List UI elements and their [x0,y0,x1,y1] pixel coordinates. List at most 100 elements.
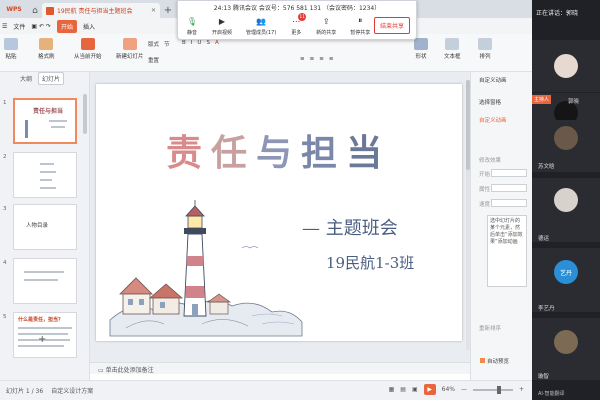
select-pane-button[interactable]: 选择窗格 [479,98,501,106]
new-slide-icon [122,38,137,50]
arrange-button[interactable]: 排列 [478,38,492,60]
participant-tile[interactable] [532,40,600,92]
video-label: 开启视频 [212,30,233,36]
slide-title[interactable]: 责任与担当 [166,124,391,176]
home-icon[interactable]: ⌂ [28,4,42,18]
slide-thumb-2[interactable] [13,152,77,198]
notes-bar[interactable]: ▭ 单击此处添加备注 [90,362,470,374]
mute-button[interactable]: 🎙 静音 [186,15,198,37]
thumb-lighthouse [25,120,28,138]
align-right-icon[interactable]: ≡ [319,56,324,62]
align-center-icon[interactable]: ≡ [310,56,315,62]
slide-thumb-1[interactable]: 责任与担当 [13,98,77,144]
participant-tile[interactable]: 艺丹 李艺丹 [532,248,600,312]
reorder-label[interactable]: 重新排序 [479,324,501,332]
zoom-in-button[interactable]: + [519,386,524,393]
property-select[interactable] [491,184,527,192]
participant-tile[interactable]: 璇智 [532,318,600,380]
zoom-out-button[interactable]: — [461,386,467,393]
new-share-button[interactable]: ⇪ 新的共享 [316,15,337,37]
section-button[interactable]: 节 [164,40,170,48]
title-char: 任 [211,132,257,174]
participant-tile[interactable]: 苏文晗 [532,120,600,172]
start-select[interactable] [491,169,527,177]
status-bar: 幻灯片 1 / 36 自定义设计方案 ▦ ▤ ▣ ▶ 64% — + [0,380,532,400]
view-reading-icon[interactable]: ▣ [412,386,418,393]
underline-icon[interactable]: U [197,40,201,46]
participant-tile[interactable]: 德运 [532,178,600,242]
view-sorter-icon[interactable]: ▤ [400,386,406,393]
more-label: 更多 [291,30,302,36]
layout-section-group: 版式 节 [148,40,170,48]
autopreview-checkbox[interactable] [480,358,485,363]
ai-translate-label[interactable]: AI·智能翻译 [532,390,600,400]
layout-button[interactable]: 版式 [148,40,159,48]
italic-icon[interactable]: I [191,40,193,46]
zoom-slider[interactable] [472,385,513,394]
avatar [554,330,578,354]
add-slide-button[interactable]: + [38,334,46,345]
tab-slides[interactable]: 幻灯片 [38,71,65,85]
view-normal-icon[interactable]: ▦ [389,386,395,393]
menu-icon[interactable]: ☰ [2,23,7,30]
participant-name: 德运 [538,236,550,242]
quick-access-icons[interactable]: ▣ ↶ ↷ [31,23,51,30]
shape-icon [414,38,428,50]
thumb-title: 人物目录 [26,223,49,229]
wps-logo[interactable]: WPS [0,0,28,18]
shape-button[interactable]: 形状 [414,38,428,60]
play-from-current-button[interactable]: 从当前开始 [74,38,102,60]
slide[interactable]: 责任与担当 — 主题班会 19民航1-3班 [96,84,462,341]
speed-select[interactable] [491,199,527,207]
slide-subtitle[interactable]: — 主题班会 [302,214,398,240]
mute-label: 静音 [186,30,197,36]
slide-thumb-3[interactable]: 人物目录 [13,204,77,250]
zoom-slider-knob[interactable] [496,385,501,394]
new-slide-label: 新建幻灯片 [116,54,144,60]
participant-name: 苏文晗 [538,164,555,170]
more-button[interactable]: ⋯ 11 更多 [290,13,307,36]
manage-members-button[interactable]: 👥 管理成员(17) [246,15,277,37]
video-button[interactable]: ▶ 开启视频 [212,15,233,37]
paste-icon [4,38,18,50]
paste-label: 粘贴 [5,54,17,60]
textbox-icon [445,38,460,50]
strike-icon[interactable]: S [206,40,210,46]
textbox-button[interactable]: 文本框 [444,38,461,60]
manage-members-label: 管理成员(17) [246,30,277,36]
status-right: ▦ ▤ ▣ ▶ 64% — + [389,384,524,395]
custom-animation-tab[interactable]: 自定义动画 [479,116,507,124]
new-share-label: 新的共享 [316,30,337,36]
font-color-icon[interactable]: A [215,40,219,46]
zoom-level[interactable]: 64% [442,386,455,393]
notes-icon: ▭ [98,367,106,374]
new-tab-button[interactable]: + [160,3,176,18]
paste-button[interactable]: 粘贴 [4,38,18,60]
lighthouse-illustration[interactable] [102,188,307,338]
align-left-icon[interactable]: ≡ [300,56,305,62]
thumb-line [49,120,67,122]
justify-icon[interactable]: ≡ [329,56,334,62]
thumbs-scrollbar[interactable] [83,94,87,134]
new-slide-button[interactable]: 新建幻灯片 [116,38,144,60]
participant-name: 郭晓 [568,99,580,105]
menu-file[interactable]: 文件 [13,22,25,31]
tab-insert[interactable]: 插入 [83,22,95,31]
close-tab-icon[interactable]: ✕ [151,7,156,14]
title-char: 担 [301,132,347,174]
tab-start[interactable]: 开始 [56,19,77,33]
pause-share-button[interactable]: ⏸ 暂停共享 [350,15,370,36]
end-share-button[interactable]: 结束共享 [373,17,410,34]
document-tab[interactable]: 19民航 责任与担当主题班会 ✕ [42,3,160,18]
animation-list[interactable]: 选中幻灯片的某个元素，然后单击“添加效果”添加动画 [487,215,527,287]
theme-name[interactable]: 自定义设计方案 [51,386,93,395]
bold-icon[interactable]: B [182,40,186,46]
slide-class-name[interactable]: 19民航1-3班 [326,252,414,273]
tab-outline[interactable]: 大纲 [20,74,32,83]
reset-button[interactable]: 重置 [148,56,159,64]
format-brush-button[interactable]: 格式刷 [38,38,55,60]
slideshow-play-button[interactable]: ▶ [423,384,436,395]
slide-thumb-4[interactable] [13,258,77,304]
modify-effect-label: 修改效果 [479,158,502,164]
reset-group: 重置 [148,56,159,64]
